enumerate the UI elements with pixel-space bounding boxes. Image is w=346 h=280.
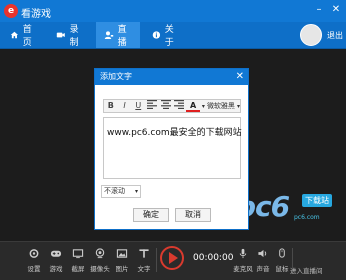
camera-button[interactable]: 摄像头: [89, 242, 111, 278]
color-dropdown-arrow-icon[interactable]: ▾: [202, 103, 205, 110]
dialog-header: 添加文字 ✕: [95, 69, 248, 85]
pc6-watermark-logo: pc6 下载站 pc6.com: [236, 188, 342, 226]
font-dropdown-arrow-icon[interactable]: ▾: [237, 103, 240, 110]
app-logo-icon: e: [4, 4, 18, 18]
font-family-select[interactable]: 微软雅黑: [207, 101, 235, 111]
game-button[interactable]: 游戏: [45, 242, 67, 278]
screen-capture-icon: [72, 249, 84, 259]
title-bar: e 看游戏 – ✕: [0, 0, 346, 22]
microphone-icon: [239, 248, 247, 259]
info-icon: [152, 31, 161, 39]
close-icon[interactable]: ✕: [236, 69, 244, 85]
nav-label: 关于: [164, 25, 174, 48]
tool-label: 游戏: [49, 265, 63, 273]
tool-label: 设置: [27, 265, 41, 273]
nav-item-home[interactable]: 首页: [2, 22, 44, 48]
tool-label: 摄像头: [90, 265, 110, 273]
text-format-toolbar: B I U A ▾ 微软雅黑 ▾: [103, 99, 241, 113]
nav-item-about[interactable]: 关于: [144, 22, 186, 48]
divider: [156, 248, 157, 272]
tool-label: 图片: [115, 265, 129, 273]
dialog-title: 添加文字: [100, 72, 132, 81]
microphone-button[interactable]: 麦克风: [232, 242, 254, 278]
screenshot-button[interactable]: 截屏: [67, 242, 89, 278]
chevron-down-icon: ▾: [134, 188, 138, 195]
bold-button[interactable]: B: [104, 100, 118, 112]
watermark-badge: 下载站: [302, 194, 332, 207]
image-icon: [116, 249, 128, 258]
tool-label: 文字: [137, 265, 151, 273]
nav-item-live[interactable]: 直播: [96, 22, 140, 48]
underline-button[interactable]: U: [131, 100, 145, 112]
confirm-button[interactable]: 确定: [133, 208, 169, 222]
avatar[interactable]: [300, 24, 322, 46]
minimize-button[interactable]: –: [312, 3, 326, 17]
align-center-icon: [160, 100, 171, 109]
home-icon: [10, 31, 19, 39]
gamepad-icon: [50, 250, 62, 257]
italic-button[interactable]: I: [118, 100, 132, 112]
text-button[interactable]: 文字: [133, 242, 155, 278]
play-icon: [169, 252, 178, 264]
nav-item-record[interactable]: 录制: [48, 22, 92, 48]
scroll-mode-value: 不滚动: [104, 187, 125, 195]
align-right-button[interactable]: [173, 100, 187, 112]
add-text-dialog: 添加文字 ✕ B I U A ▾ 微软雅黑 ▾ www.pc6.com最安全的下…: [94, 68, 249, 230]
watermark-url: pc6.com: [294, 214, 320, 221]
mouse-icon: [279, 248, 285, 258]
align-center-button[interactable]: [159, 100, 173, 112]
nav-label: 首页: [22, 25, 32, 48]
nav-label: 录制: [69, 25, 79, 48]
align-left-icon: [146, 100, 157, 109]
tool-label: 麦克风: [233, 265, 253, 273]
tool-label: 截屏: [71, 265, 85, 273]
settings-button[interactable]: 设置: [23, 242, 45, 278]
bottom-toolbar: 设置 游戏 截屏 摄像头 图片 文字 00:00:00 麦克风 声音 鼠标 进入…: [0, 241, 346, 280]
cancel-button[interactable]: 取消: [175, 208, 211, 222]
gear-icon: [29, 249, 39, 258]
scroll-mode-select[interactable]: 不滚动 ▾: [101, 185, 141, 198]
nav-bar: 首页 录制 直播 关于: [0, 22, 346, 49]
enter-live-room-link[interactable]: 进入直播间: [290, 265, 323, 275]
live-user-icon: [104, 31, 114, 39]
image-button[interactable]: 图片: [111, 242, 133, 278]
app-title: 看游戏: [21, 9, 51, 20]
close-window-button[interactable]: ✕: [329, 3, 343, 17]
align-left-button[interactable]: [145, 100, 159, 112]
text-icon: [139, 249, 149, 258]
nav-label: 直播: [117, 25, 127, 48]
speaker-icon: [258, 249, 267, 258]
editor-content[interactable]: www.pc6.com最安全的下载网站: [107, 125, 242, 138]
video-camera-icon: [56, 32, 65, 38]
webcam-icon: [95, 248, 105, 259]
align-right-icon: [174, 100, 185, 109]
start-live-button[interactable]: [160, 246, 184, 270]
live-timer: 00:00:00: [193, 253, 234, 263]
text-color-button[interactable]: A: [186, 101, 200, 112]
text-editor[interactable]: www.pc6.com最安全的下载网站: [103, 117, 242, 179]
logout-button[interactable]: 退出: [327, 30, 343, 41]
